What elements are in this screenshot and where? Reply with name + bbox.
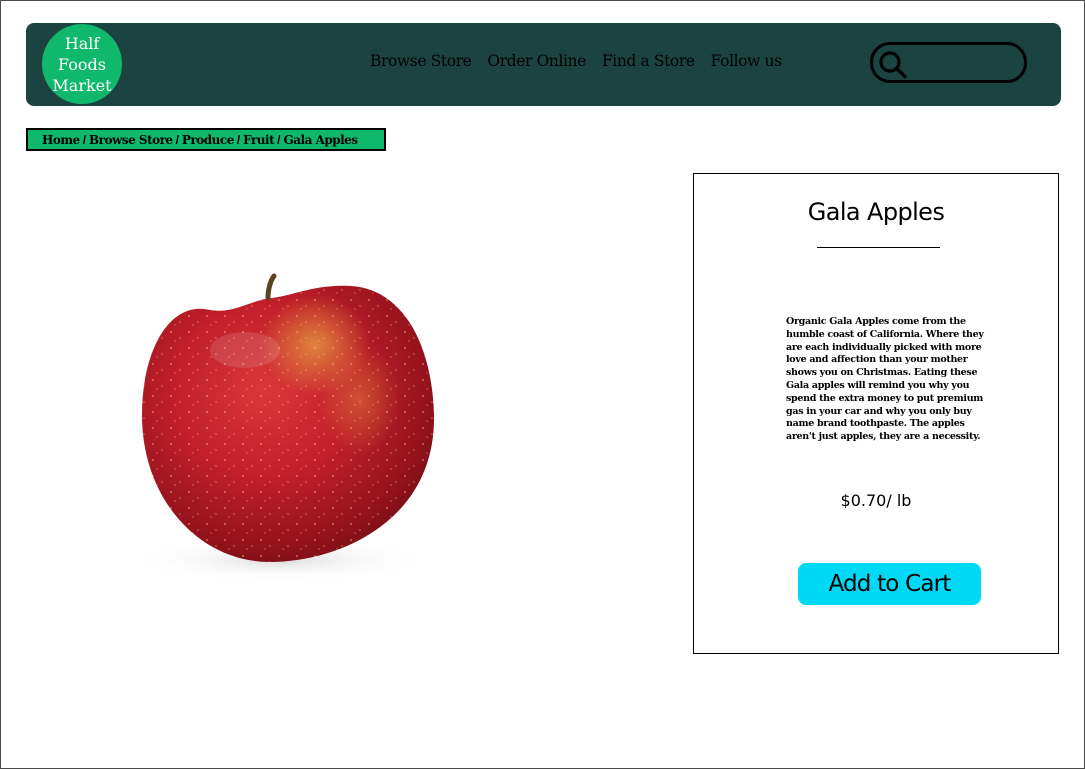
product-image-apple [130,273,435,582]
breadcrumb: Home / Browse Store / Produce / Fruit / … [26,128,386,151]
site-logo[interactable]: Half Foods Market [42,24,122,104]
nav-order-online[interactable]: Order Online [487,52,586,70]
main-nav: Browse Store Order Online Find a Store F… [370,52,782,70]
logo-line: Half [64,33,100,53]
nav-follow-us[interactable]: Follow us [711,52,782,70]
search-icon[interactable] [877,49,909,79]
breadcrumb-separator: / [236,132,241,147]
breadcrumb-separator: / [82,132,87,147]
add-to-cart-button[interactable]: Add to Cart [798,563,981,605]
nav-browse-store[interactable]: Browse Store [370,52,472,70]
title-divider [817,247,940,248]
site-header: Half Foods Market Browse Store Order Onl… [26,23,1061,106]
search-input[interactable] [913,51,1022,77]
logo-line: Market [52,75,112,95]
search-box[interactable] [870,42,1027,83]
product-detail-panel: Gala Apples Organic Gala Apples come fro… [693,173,1059,654]
product-description: Organic Gala Apples come from the humble… [786,316,984,443]
breadcrumb-produce[interactable]: Produce [182,133,234,147]
breadcrumb-separator: / [277,132,281,147]
product-price: $0.70/ lb [840,491,912,510]
logo-line: Foods [58,54,106,74]
breadcrumb-browse-store[interactable]: Browse Store [89,133,173,147]
product-title: Gala Apples [807,198,945,226]
breadcrumb-current: Gala Apples [283,132,358,147]
breadcrumb-home[interactable]: Home [42,133,80,147]
breadcrumb-separator: / [175,132,179,147]
breadcrumb-fruit[interactable]: Fruit [243,133,274,147]
nav-find-a-store[interactable]: Find a Store [602,52,695,70]
